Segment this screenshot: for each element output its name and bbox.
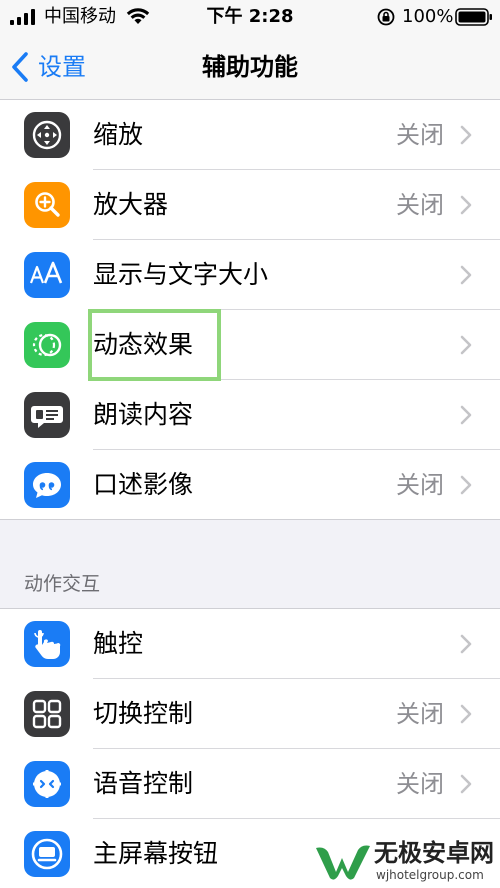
settings-row-label: 切换控制 bbox=[93, 699, 194, 728]
settings-row-value: 关闭 bbox=[396, 191, 444, 219]
spoken-content-icon bbox=[24, 392, 70, 438]
chevron-right-icon bbox=[460, 774, 472, 794]
battery-icon bbox=[455, 8, 492, 26]
chevron-right-icon bbox=[460, 704, 472, 724]
zoom-icon bbox=[24, 112, 70, 158]
settings-row-label: 口述影像 bbox=[93, 470, 194, 499]
settings-row-label: 触控 bbox=[93, 629, 144, 658]
settings-row-voice-control[interactable]: 语音控制 关闭 bbox=[0, 749, 500, 819]
orientation-lock-icon bbox=[377, 8, 395, 26]
chevron-right-icon bbox=[460, 634, 472, 654]
audio-description-icon bbox=[24, 462, 70, 508]
motion-icon bbox=[24, 322, 70, 368]
chevron-right-icon bbox=[460, 125, 472, 145]
text-size-icon bbox=[24, 252, 70, 298]
settings-row-display-text-size[interactable]: 显示与文字大小 bbox=[0, 240, 500, 310]
chevron-right-icon bbox=[460, 195, 472, 215]
page-title: 辅助功能 bbox=[202, 53, 298, 81]
settings-row-value: 关闭 bbox=[396, 770, 444, 798]
home-button-icon bbox=[24, 831, 70, 877]
settings-row-switch-control[interactable]: 切换控制 关闭 bbox=[0, 679, 500, 749]
settings-row-label: 显示与文字大小 bbox=[93, 260, 269, 289]
watermark: 无极安卓网 wjhotelgroup.com bbox=[314, 836, 500, 886]
settings-row-label: 朗读内容 bbox=[93, 400, 194, 429]
chevron-right-icon bbox=[460, 405, 472, 425]
navigation-bar: 设置 辅助功能 bbox=[0, 34, 500, 100]
chevron-right-icon bbox=[460, 475, 472, 495]
chevron-right-icon bbox=[460, 335, 472, 355]
settings-row-motion[interactable]: 动态效果 bbox=[0, 310, 500, 380]
settings-row-label: 语音控制 bbox=[93, 769, 194, 798]
settings-row-zoom[interactable]: 缩放 关闭 bbox=[0, 100, 500, 170]
settings-row-audio-descriptions[interactable]: 口述影像 关闭 bbox=[0, 450, 500, 520]
switch-control-icon bbox=[24, 691, 70, 737]
settings-row-value: 关闭 bbox=[396, 471, 444, 499]
vision-settings-group: 缩放 关闭 放大器 关闭 显示与文字大小 动态效果 朗读内容 口述影像 关闭 bbox=[0, 100, 500, 520]
chevron-right-icon bbox=[460, 265, 472, 285]
settings-row-magnifier[interactable]: 放大器 关闭 bbox=[0, 170, 500, 240]
watermark-title: 无极安卓网 bbox=[374, 839, 494, 867]
settings-row-label: 放大器 bbox=[93, 190, 169, 219]
magnifier-icon bbox=[24, 182, 70, 228]
settings-row-touch[interactable]: 触控 bbox=[0, 609, 500, 679]
battery-percentage: 100% bbox=[402, 6, 454, 27]
settings-row-spoken-content[interactable]: 朗读内容 bbox=[0, 380, 500, 450]
settings-row-label: 主屏幕按钮 bbox=[93, 839, 219, 868]
status-bar: 中国移动 下午 2:28 100% bbox=[0, 0, 500, 34]
watermark-url: wjhotelgroup.com bbox=[376, 868, 484, 882]
settings-row-value: 关闭 bbox=[396, 700, 444, 728]
settings-row-label: 缩放 bbox=[93, 120, 144, 149]
watermark-logo-icon bbox=[316, 845, 370, 880]
highlight-annotation-box bbox=[88, 309, 221, 381]
touch-icon bbox=[24, 621, 70, 667]
settings-row-value: 关闭 bbox=[396, 121, 444, 149]
voice-control-icon bbox=[24, 761, 70, 807]
section-header-interaction: 动作交互 bbox=[24, 573, 101, 595]
